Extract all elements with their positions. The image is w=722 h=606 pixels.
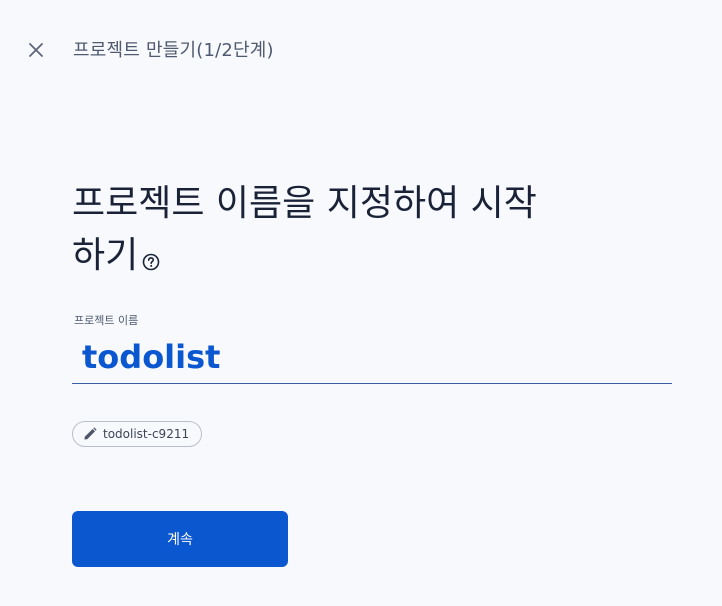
page-heading: 프로젝트 이름을 지정하여 시작하기: [72, 178, 542, 282]
project-name-label: 프로젝트 이름: [74, 314, 139, 327]
page-step-title: 프로젝트 만들기(1/2단계): [73, 40, 274, 61]
project-name-input[interactable]: [72, 330, 672, 384]
close-icon: [29, 43, 43, 57]
project-id-chip[interactable]: todolist-c9211: [72, 421, 203, 447]
close-button[interactable]: [24, 38, 48, 62]
create-project-page: 프로젝트 만들기(1/2단계) 프로젝트 이름을 지정하여 시작하기 프로젝트 …: [0, 0, 722, 606]
pencil-icon: [84, 427, 97, 440]
project-id-text: todolist-c9211: [103, 427, 190, 441]
help-circle-icon[interactable]: [142, 234, 160, 271]
continue-button[interactable]: 계속: [72, 511, 288, 567]
